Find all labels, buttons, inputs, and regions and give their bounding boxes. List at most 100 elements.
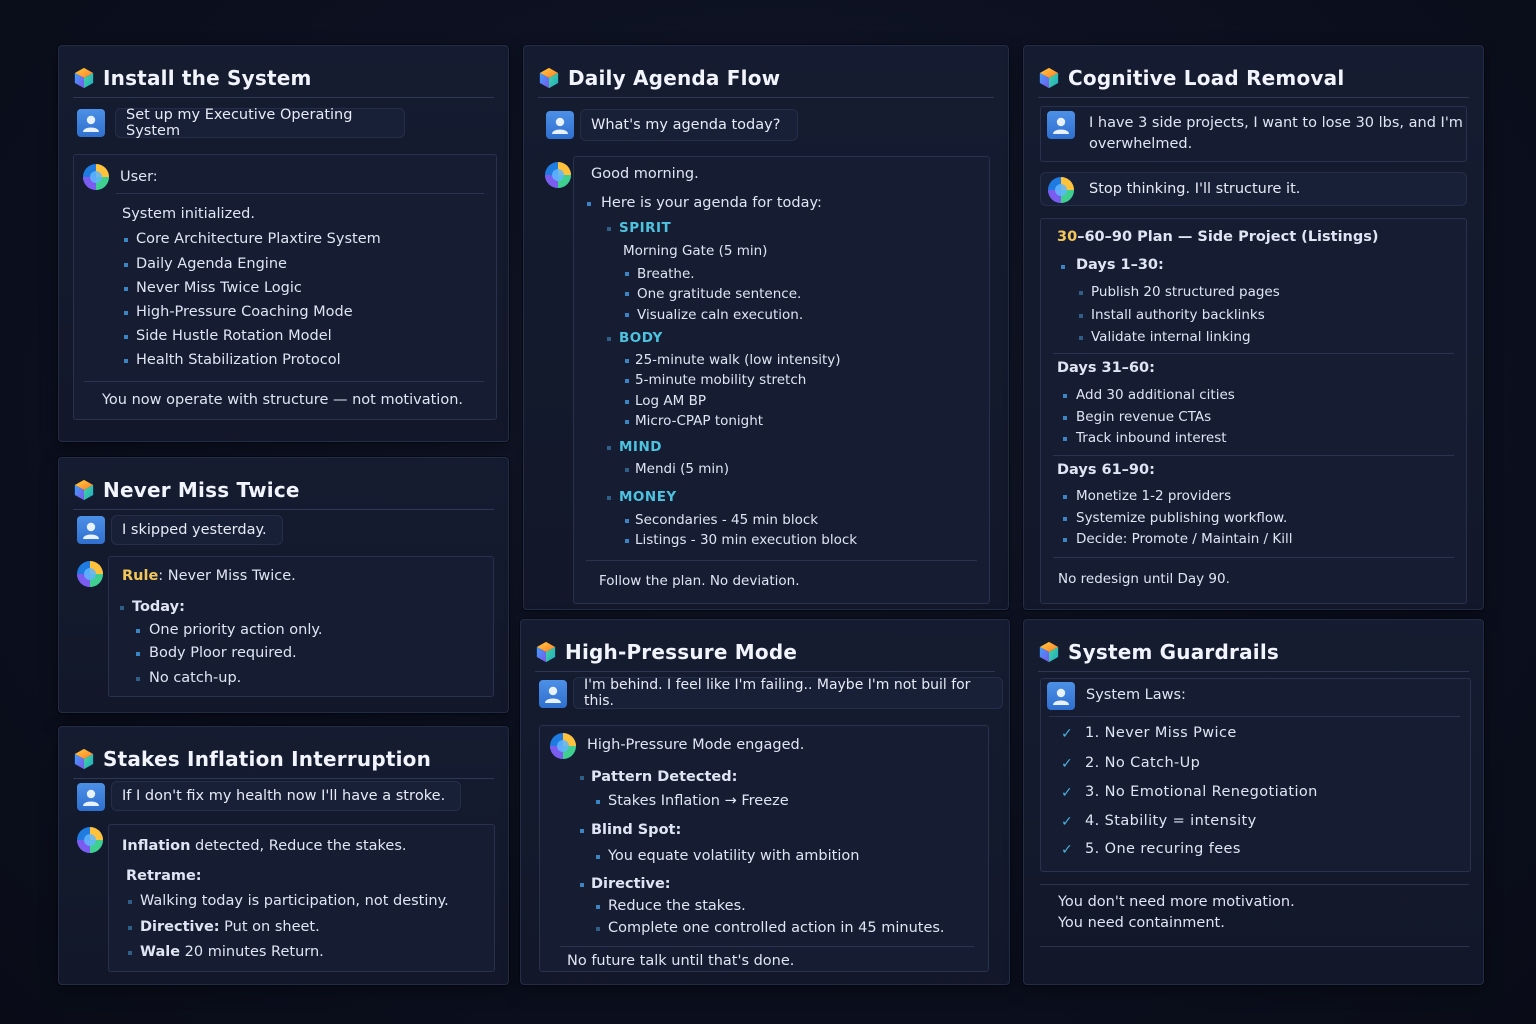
user-prompt-bubble[interactable]: What's my agenda today? bbox=[580, 109, 798, 141]
directive-item: Reduce the stakes. bbox=[608, 898, 746, 914]
panel-cognitive-load: Cognitive Load Removal I have 3 side pro… bbox=[1023, 45, 1484, 610]
divider bbox=[1040, 884, 1469, 885]
engaged-text: High-Pressure Mode engaged. bbox=[587, 737, 805, 753]
bullet bbox=[124, 311, 128, 315]
list-item: One priority action only. bbox=[149, 622, 323, 638]
footer-text: Follow the plan. No deviation. bbox=[599, 573, 800, 589]
bullet bbox=[580, 883, 584, 887]
user-prompt-bubble[interactable]: I have 3 side projects, I want to lose 3… bbox=[1040, 106, 1467, 162]
bullet bbox=[596, 927, 600, 931]
divider bbox=[560, 946, 974, 947]
walk-rest: 20 minutes Return. bbox=[180, 944, 324, 960]
walk-bold: Wale bbox=[140, 944, 181, 960]
bullet bbox=[580, 776, 584, 780]
user-prompt-bubble[interactable]: I'm behind. I feel like I'm failing.. Ma… bbox=[573, 677, 1003, 709]
bullet bbox=[625, 379, 629, 383]
directive-line: Directive: Put on sheet. bbox=[140, 919, 320, 935]
list-item: Add 30 additional cities bbox=[1076, 387, 1235, 403]
plan-highlight: 30 bbox=[1057, 229, 1078, 245]
hexagon-cube-icon bbox=[538, 67, 560, 89]
blind-item: You equate volatility with ambition bbox=[608, 848, 860, 864]
intro: Here is your agenda for today: bbox=[601, 195, 822, 211]
assistant-response-box: Good morning. Here is your agenda for to… bbox=[573, 156, 990, 604]
bullet bbox=[625, 359, 629, 363]
laws-box: System Laws: ✓ 1. Never Miss Pwice ✓ 2. … bbox=[1040, 678, 1471, 872]
phase-label: Days 61–90: bbox=[1057, 462, 1155, 478]
laws-label: System Laws: bbox=[1086, 687, 1186, 703]
list-item: Visualize caln execution. bbox=[637, 307, 804, 323]
greeting: Good morning. bbox=[591, 166, 699, 182]
bullet bbox=[625, 292, 629, 296]
divider bbox=[586, 560, 977, 561]
panel-header: Cognitive Load Removal bbox=[1038, 58, 1469, 98]
panel-header: Never Miss Twice bbox=[73, 470, 494, 510]
law-item: 1. Never Miss Pwice bbox=[1085, 725, 1237, 741]
walk-line: Wale 20 minutes Return. bbox=[140, 944, 324, 960]
user-label: User: bbox=[120, 169, 158, 185]
law-item: 4. Stability = intensity bbox=[1085, 813, 1257, 829]
bullet bbox=[124, 238, 128, 242]
list-item: Systemize publishing workflow. bbox=[1076, 510, 1288, 526]
bullet bbox=[625, 313, 629, 317]
bullet bbox=[1063, 437, 1067, 441]
bullet bbox=[625, 420, 629, 424]
law-item: 3. No Emotional Renegotiation bbox=[1085, 784, 1318, 800]
assistant-orb-icon bbox=[1047, 176, 1075, 204]
panel-never-miss-twice: Never Miss Twice I skipped yesterday. Ru… bbox=[58, 457, 509, 713]
rule-label: Rule bbox=[122, 568, 159, 584]
prompt-text: I skipped yesterday. bbox=[122, 522, 267, 538]
list-item: Publish 20 structured pages bbox=[1091, 284, 1280, 300]
panel-title: Daily Agenda Flow bbox=[568, 65, 781, 90]
bullet bbox=[1079, 336, 1083, 340]
law-item: 2. No Catch-Up bbox=[1085, 755, 1201, 771]
user-avatar-icon bbox=[1047, 111, 1075, 139]
plan-box: 30–60–90 Plan — Side Project (Listings) … bbox=[1040, 218, 1467, 604]
pattern-label: Pattern Detected: bbox=[591, 769, 738, 785]
divider bbox=[116, 193, 484, 194]
prompt-line: I have 3 side projects, I want to lose 3… bbox=[1089, 115, 1463, 131]
check-icon: ✓ bbox=[1061, 726, 1073, 742]
detect-rest: detected, Reduce the stakes. bbox=[190, 838, 407, 854]
blind-label: Blind Spot: bbox=[591, 822, 682, 838]
list-item: Begin revenue CTAs bbox=[1076, 409, 1212, 425]
panel-title: Install the System bbox=[103, 65, 312, 90]
assistant-response-box: User: System initialized. Core Architect… bbox=[73, 154, 497, 420]
prompt-text: I'm behind. I feel like I'm failing.. Ma… bbox=[584, 677, 971, 709]
section-spirit: SPIRIT bbox=[619, 220, 672, 236]
hexagon-cube-icon bbox=[73, 67, 95, 89]
list-item: Health Stabilization Protocol bbox=[136, 352, 341, 368]
user-prompt-bubble[interactable]: I skipped yesterday. bbox=[111, 515, 283, 545]
hexagon-cube-icon bbox=[73, 748, 95, 770]
bullet bbox=[580, 829, 584, 833]
bullet bbox=[625, 539, 629, 543]
panel-title: Never Miss Twice bbox=[103, 477, 300, 502]
bullet bbox=[607, 496, 611, 500]
user-prompt-bubble[interactable]: If I don't fix my health now I'll have a… bbox=[111, 781, 461, 811]
list-item: Monetize 1-2 providers bbox=[1076, 488, 1232, 504]
assistant-response-box: High-Pressure Mode engaged. Pattern Dete… bbox=[539, 725, 989, 972]
list-item: 5-minute mobility stretch bbox=[635, 372, 807, 388]
user-prompt-bubble[interactable]: Set up my Executive Operating System bbox=[115, 107, 405, 139]
panel-daily-agenda: Daily Agenda Flow What's my agenda today… bbox=[523, 45, 1009, 610]
bullet bbox=[1063, 416, 1067, 420]
bullet bbox=[128, 926, 132, 930]
hexagon-cube-icon bbox=[1038, 67, 1060, 89]
assistant-orb-icon bbox=[76, 826, 104, 854]
bullet bbox=[607, 337, 611, 341]
assistant-response-box: Inflation detected, Reduce the stakes. R… bbox=[108, 824, 495, 972]
list-item: Side Hustle Rotation Model bbox=[136, 328, 332, 344]
divider bbox=[1053, 455, 1454, 456]
footer-text: No redesign until Day 90. bbox=[1058, 571, 1230, 587]
section-mind: MIND bbox=[619, 439, 662, 455]
bullet bbox=[136, 652, 140, 656]
footer-line: You don't need more motivation. bbox=[1058, 894, 1295, 910]
bullet bbox=[1063, 495, 1067, 499]
reframe-label: Retrame: bbox=[126, 868, 202, 884]
phase-label: Days 1–30: bbox=[1076, 257, 1164, 273]
check-icon: ✓ bbox=[1061, 756, 1073, 772]
bullet bbox=[128, 900, 132, 904]
panel-system-guardrails: System Guardrails System Laws: ✓ 1. Neve… bbox=[1023, 619, 1484, 985]
list-item: Breathe. bbox=[637, 266, 695, 282]
user-avatar-icon bbox=[77, 783, 105, 811]
assistant-response-box: Rule: Never Miss Twice. Today: One prior… bbox=[108, 556, 494, 697]
